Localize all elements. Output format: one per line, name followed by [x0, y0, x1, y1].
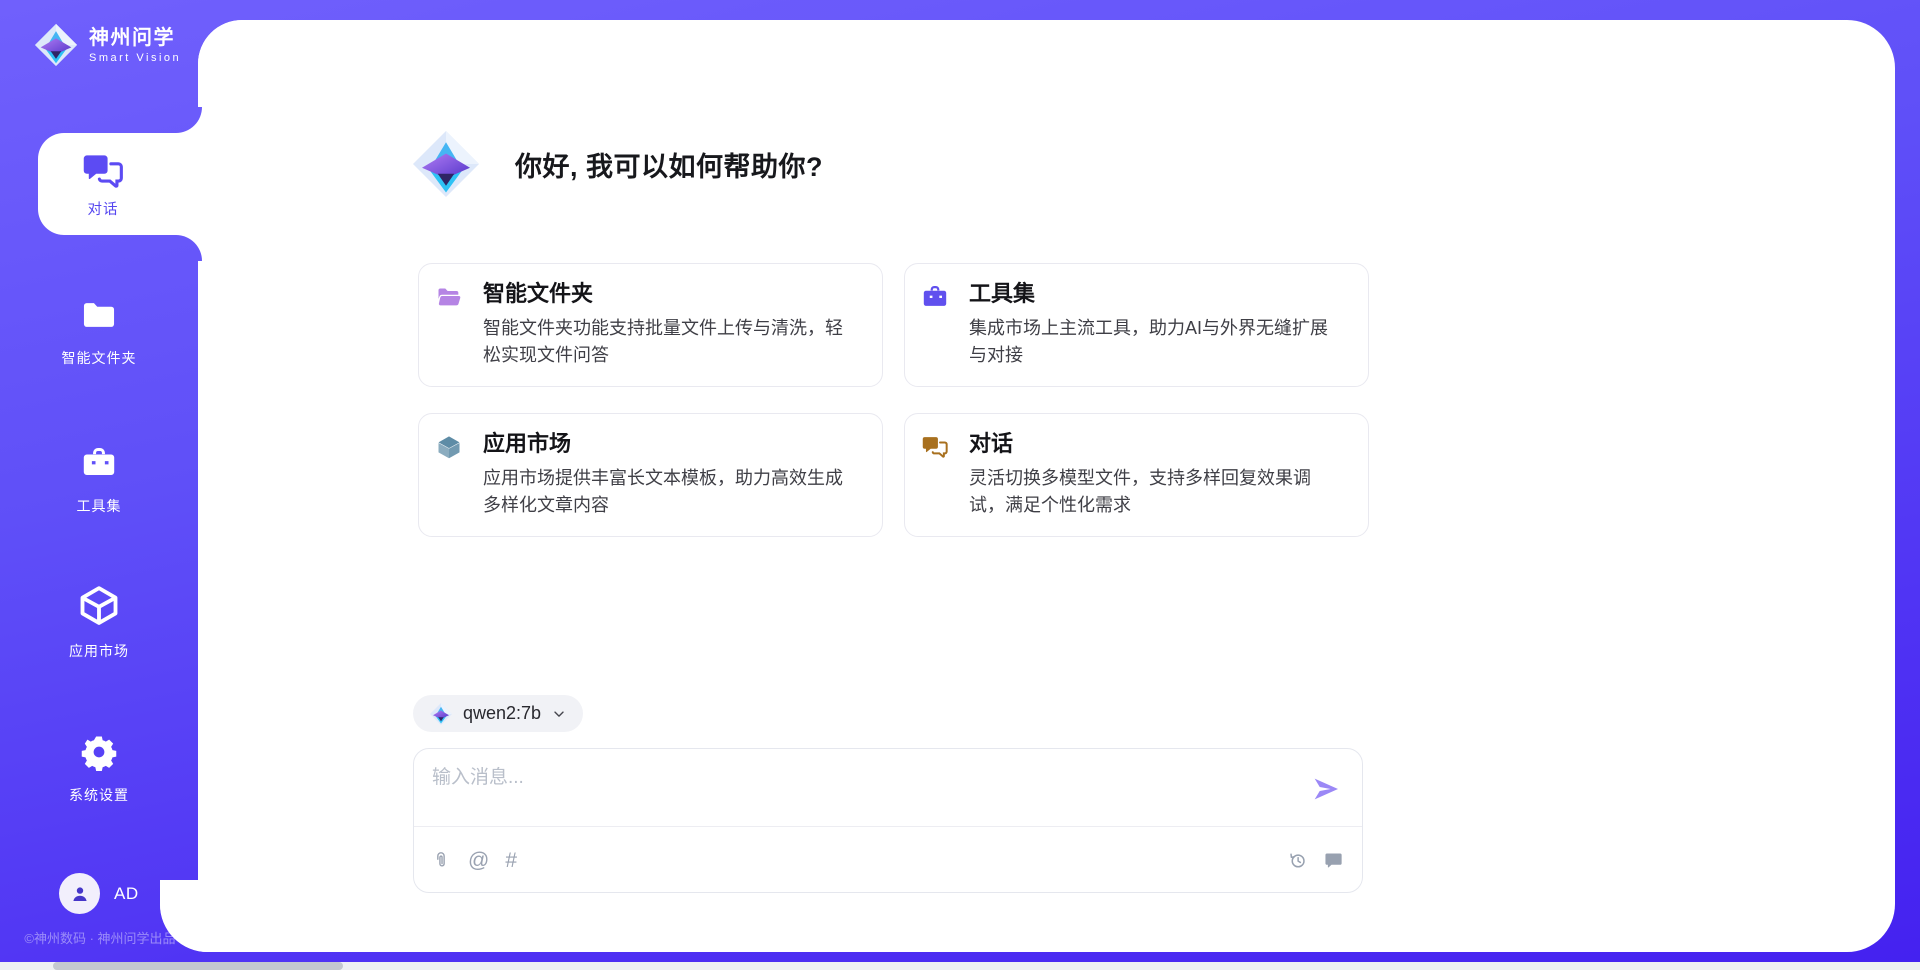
feature-cards: 智能文件夹 智能文件夹功能支持批量文件上传与清洗，轻松实现文件问答 工具集 集成…: [418, 263, 1369, 537]
composer-tools-right: [1287, 850, 1344, 871]
tab-fillet-bottom: [176, 235, 202, 261]
send-icon[interactable]: [1310, 773, 1342, 805]
scrollbar-thumb[interactable]: [53, 962, 343, 970]
sidebar-item-toolset[interactable]: 工具集: [0, 444, 198, 516]
card-description: 集成市场上主流工具，助力AI与外界无缝扩展与对接: [969, 315, 1344, 370]
card-description: 应用市场提供丰富长文本模板，助力高效生成多样化文章内容: [483, 465, 858, 520]
hash-icon[interactable]: #: [505, 850, 517, 871]
sidebar-item-chat[interactable]: 对话: [38, 133, 202, 235]
user-name: AD: [114, 884, 139, 904]
model-name: qwen2:7b: [463, 703, 541, 724]
sidebar-item-app-market[interactable]: 应用市场: [0, 583, 198, 661]
history-icon[interactable]: [1287, 850, 1308, 871]
app-root: { "brand": { "name": "神州问学", "subtitle":…: [0, 0, 1920, 970]
sidebar-item-settings[interactable]: 系统设置: [0, 733, 198, 805]
greeting-title: 你好, 我可以如何帮助你?: [515, 145, 823, 184]
mention-icon[interactable]: @: [468, 850, 489, 871]
welcome-header: 你好, 我可以如何帮助你?: [410, 128, 823, 200]
brand-subtitle: Smart Vision: [89, 52, 181, 64]
card-title: 工具集: [969, 281, 1344, 308]
chat-icon: [81, 149, 125, 193]
card-title: 应用市场: [483, 431, 858, 458]
feedback-chat-icon[interactable]: [1323, 850, 1344, 871]
brand-text: 神州问学 Smart Vision: [89, 27, 181, 64]
chat-icon: [921, 433, 949, 461]
folder-icon: [80, 296, 118, 334]
sidebar-item-label: 对话: [88, 198, 119, 219]
brand: 神州问学 Smart Vision: [33, 22, 181, 68]
card-title: 智能文件夹: [483, 281, 858, 308]
folder-open-icon: [435, 283, 463, 311]
toolbox-icon: [921, 283, 949, 311]
cube-icon: [77, 583, 121, 627]
card-chat[interactable]: 对话 灵活切换多模型文件，支持多样回复效果调试，满足个性化需求: [904, 413, 1369, 537]
composer-toolbar: @ #: [431, 827, 1344, 893]
cube-icon: [435, 433, 463, 461]
sidebar-item-label: 智能文件夹: [0, 348, 198, 368]
app-logo-icon: [410, 128, 482, 200]
message-composer: @ #: [413, 748, 1363, 893]
card-title: 对话: [969, 431, 1344, 458]
brand-name: 神州问学: [89, 27, 181, 49]
toolbox-icon: [80, 444, 118, 482]
sidebar-item-label: 应用市场: [0, 641, 198, 661]
model-logo-icon: [429, 702, 453, 726]
attachment-icon[interactable]: [431, 850, 452, 871]
avatar: [59, 873, 100, 914]
user-profile[interactable]: AD: [59, 873, 139, 914]
message-input[interactable]: [432, 762, 1272, 820]
person-icon: [68, 882, 92, 906]
composer-tools-left: @ #: [431, 850, 517, 871]
card-app-market[interactable]: 应用市场 应用市场提供丰富长文本模板，助力高效生成多样化文章内容: [418, 413, 883, 537]
horizontal-scrollbar: [0, 962, 1920, 970]
chevron-down-icon: [551, 706, 567, 722]
tab-fillet-top: [176, 107, 202, 133]
card-toolset[interactable]: 工具集 集成市场上主流工具，助力AI与外界无缝扩展与对接: [904, 263, 1369, 387]
sidebar-footer: ©神州数码 · 神州问学出品: [0, 928, 200, 947]
brand-logo-icon: [33, 22, 79, 68]
gear-icon: [80, 733, 118, 771]
model-selector[interactable]: qwen2:7b: [413, 695, 583, 732]
sidebar-item-label: 工具集: [0, 496, 198, 516]
panel-top-left-corner: [198, 20, 242, 64]
card-description: 智能文件夹功能支持批量文件上传与清洗，轻松实现文件问答: [483, 315, 858, 370]
sidebar-item-smart-folder[interactable]: 智能文件夹: [0, 296, 198, 368]
card-description: 灵活切换多模型文件，支持多样回复效果调试，满足个性化需求: [969, 465, 1344, 520]
card-smart-folder[interactable]: 智能文件夹 智能文件夹功能支持批量文件上传与清洗，轻松实现文件问答: [418, 263, 883, 387]
sidebar-item-label: 系统设置: [0, 785, 198, 805]
